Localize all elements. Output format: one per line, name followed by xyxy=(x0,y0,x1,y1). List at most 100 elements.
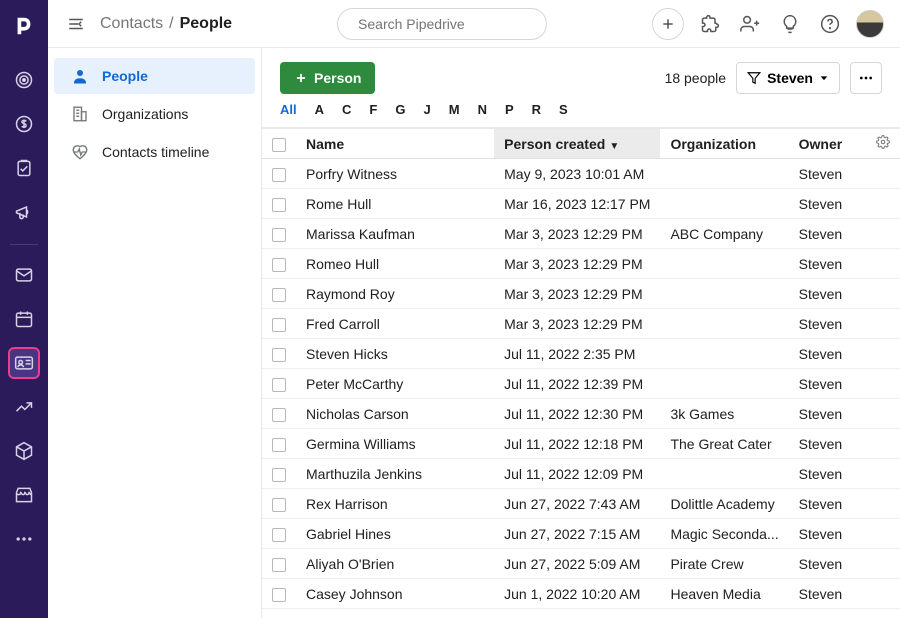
table-row[interactable]: Aliyah O'BrienJun 27, 2022 5:09 AMPirate… xyxy=(262,549,900,579)
rail-products[interactable] xyxy=(8,435,40,467)
cell-name[interactable]: Marthuzila Jenkins xyxy=(296,459,494,489)
cell-owner[interactable]: Steven xyxy=(789,189,866,219)
column-header-org[interactable]: Organization xyxy=(660,129,788,159)
cell-org[interactable] xyxy=(660,459,788,489)
cell-org[interactable] xyxy=(660,309,788,339)
column-header-owner[interactable]: Owner xyxy=(789,129,866,159)
cell-org[interactable]: Heaven Media xyxy=(660,579,788,609)
column-header-created[interactable]: Person created▼ xyxy=(494,129,660,159)
cell-org[interactable] xyxy=(660,189,788,219)
table-row[interactable]: Nicholas CarsonJul 11, 2022 12:30 PM3k G… xyxy=(262,399,900,429)
table-row[interactable]: Peter McCarthyJul 11, 2022 12:39 PMSteve… xyxy=(262,369,900,399)
rail-leads[interactable] xyxy=(8,64,40,96)
row-select[interactable] xyxy=(262,219,296,249)
table-settings-button[interactable] xyxy=(866,129,900,159)
cell-org[interactable]: The Great Cater xyxy=(660,429,788,459)
alpha-filter-all[interactable]: All xyxy=(280,102,297,117)
alpha-filter-f[interactable]: F xyxy=(369,102,377,117)
help-button[interactable] xyxy=(816,10,844,38)
alpha-filter-n[interactable]: N xyxy=(478,102,487,117)
add-person-button[interactable]: Person xyxy=(280,62,375,94)
sidebar-item-organizations[interactable]: Organizations xyxy=(54,96,255,132)
cell-name[interactable]: Fred Carroll xyxy=(296,309,494,339)
table-row[interactable]: Marissa KaufmanMar 3, 2023 12:29 PMABC C… xyxy=(262,219,900,249)
rail-projects[interactable] xyxy=(8,152,40,184)
owner-filter-button[interactable]: Steven xyxy=(736,62,840,94)
cell-owner[interactable]: Steven xyxy=(789,159,866,189)
row-select[interactable] xyxy=(262,159,296,189)
table-row[interactable]: Porfry WitnessMay 9, 2023 10:01 AMSteven xyxy=(262,159,900,189)
table-row[interactable]: Marthuzila JenkinsJul 11, 2022 12:09 PMS… xyxy=(262,459,900,489)
alpha-filter-j[interactable]: J xyxy=(423,102,430,117)
cell-name[interactable]: Aliyah O'Brien xyxy=(296,549,494,579)
row-select[interactable] xyxy=(262,249,296,279)
sales-assistant-button[interactable] xyxy=(776,10,804,38)
cell-owner[interactable]: Steven xyxy=(789,459,866,489)
cell-org[interactable]: Pirate Crew xyxy=(660,549,788,579)
cell-owner[interactable]: Steven xyxy=(789,219,866,249)
rail-campaigns[interactable] xyxy=(8,196,40,228)
row-select[interactable] xyxy=(262,369,296,399)
row-select[interactable] xyxy=(262,549,296,579)
row-select[interactable] xyxy=(262,489,296,519)
cell-name[interactable]: Raymond Roy xyxy=(296,279,494,309)
row-select[interactable] xyxy=(262,399,296,429)
table-row[interactable]: Rome HullMar 16, 2023 12:17 PMSteven xyxy=(262,189,900,219)
cell-name[interactable]: Rome Hull xyxy=(296,189,494,219)
cell-org[interactable]: Dolittle Academy xyxy=(660,489,788,519)
cell-owner[interactable]: Steven xyxy=(789,309,866,339)
row-select[interactable] xyxy=(262,579,296,609)
rail-activities[interactable] xyxy=(8,303,40,335)
quick-add-button[interactable] xyxy=(652,8,684,40)
invite-users-button[interactable] xyxy=(736,10,764,38)
cell-org[interactable]: ABC Company xyxy=(660,219,788,249)
cell-org[interactable] xyxy=(660,159,788,189)
cell-name[interactable]: Gabriel Hines xyxy=(296,519,494,549)
table-row[interactable]: Gabriel HinesJun 27, 2022 7:15 AMMagic S… xyxy=(262,519,900,549)
table-row[interactable]: Steven HicksJul 11, 2022 2:35 PMSteven xyxy=(262,339,900,369)
cell-owner[interactable]: Steven xyxy=(789,489,866,519)
table-row[interactable]: Raymond RoyMar 3, 2023 12:29 PMSteven xyxy=(262,279,900,309)
cell-owner[interactable]: Steven xyxy=(789,519,866,549)
cell-name[interactable]: Rex Harrison xyxy=(296,489,494,519)
table-row[interactable]: Fred CarrollMar 3, 2023 12:29 PMSteven xyxy=(262,309,900,339)
table-row[interactable]: Germina WilliamsJul 11, 2022 12:18 PMThe… xyxy=(262,429,900,459)
row-select[interactable] xyxy=(262,519,296,549)
table-row[interactable]: Rex HarrisonJun 27, 2022 7:43 AMDolittle… xyxy=(262,489,900,519)
cell-org[interactable]: 3k Games xyxy=(660,399,788,429)
sidebar-item-timeline[interactable]: Contacts timeline xyxy=(54,134,255,170)
cell-name[interactable]: Marissa Kaufman xyxy=(296,219,494,249)
select-all-header[interactable] xyxy=(262,129,296,159)
alpha-filter-s[interactable]: S xyxy=(559,102,568,117)
alpha-filter-c[interactable]: C xyxy=(342,102,351,117)
cell-owner[interactable]: Steven xyxy=(789,579,866,609)
rail-logo[interactable] xyxy=(8,10,40,42)
cell-name[interactable]: Germina Williams xyxy=(296,429,494,459)
rail-marketplace[interactable] xyxy=(8,479,40,511)
alpha-filter-r[interactable]: R xyxy=(532,102,541,117)
alpha-filter-p[interactable]: P xyxy=(505,102,514,117)
rail-deals[interactable] xyxy=(8,108,40,140)
cell-owner[interactable]: Steven xyxy=(789,429,866,459)
alpha-filter-m[interactable]: M xyxy=(449,102,460,117)
search-input[interactable] xyxy=(358,16,539,32)
more-options-button[interactable] xyxy=(850,62,882,94)
cell-owner[interactable]: Steven xyxy=(789,399,866,429)
table-row[interactable]: Romeo HullMar 3, 2023 12:29 PMSteven xyxy=(262,249,900,279)
cell-owner[interactable]: Steven xyxy=(789,369,866,399)
column-header-name[interactable]: Name xyxy=(296,129,494,159)
cell-org[interactable] xyxy=(660,249,788,279)
search-box[interactable] xyxy=(337,8,547,40)
cell-org[interactable] xyxy=(660,279,788,309)
alpha-filter-a[interactable]: A xyxy=(315,102,324,117)
user-avatar[interactable] xyxy=(856,10,884,38)
cell-name[interactable]: Romeo Hull xyxy=(296,249,494,279)
cell-name[interactable]: Peter McCarthy xyxy=(296,369,494,399)
row-select[interactable] xyxy=(262,459,296,489)
row-select[interactable] xyxy=(262,429,296,459)
rail-contacts[interactable] xyxy=(8,347,40,379)
collapse-sidebar-button[interactable] xyxy=(64,12,88,36)
cell-name[interactable]: Nicholas Carson xyxy=(296,399,494,429)
breadcrumb-section[interactable]: Contacts xyxy=(100,15,163,33)
cell-name[interactable]: Casey Johnson xyxy=(296,579,494,609)
